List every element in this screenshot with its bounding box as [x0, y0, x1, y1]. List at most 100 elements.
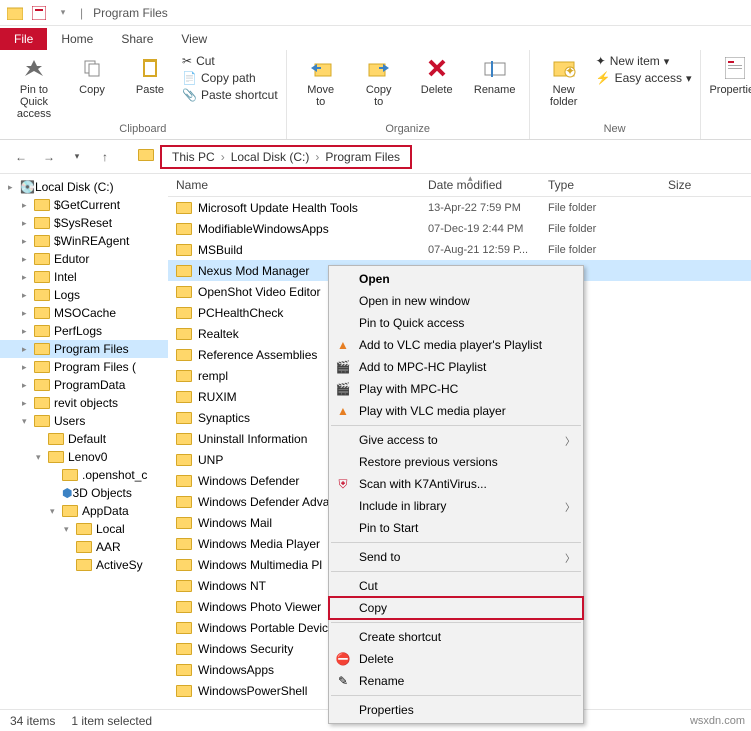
- tab-view[interactable]: View: [167, 28, 221, 50]
- tree-item[interactable]: ▸$SysReset: [0, 214, 168, 232]
- tree-item[interactable]: ▸revit objects: [0, 394, 168, 412]
- nav-forward-button[interactable]: →: [38, 146, 60, 168]
- tree-caret-icon[interactable]: ▾: [50, 506, 62, 517]
- tree-caret-icon[interactable]: ▸: [22, 290, 34, 301]
- tree-item[interactable]: ▾Users: [0, 412, 168, 430]
- tree-item[interactable]: ▸MSOCache: [0, 304, 168, 322]
- tree-caret-icon[interactable]: ▸: [22, 344, 34, 355]
- ctx-mpc-playlist[interactable]: 🎬Add to MPC-HC Playlist: [329, 356, 583, 378]
- col-size[interactable]: Size: [668, 178, 728, 192]
- file-row[interactable]: ModifiableWindowsApps07-Dec-19 2:44 PMFi…: [168, 218, 751, 239]
- ctx-send-to[interactable]: Send to〉: [329, 546, 583, 568]
- rename-button[interactable]: Rename: [469, 54, 521, 108]
- move-to-button[interactable]: Move to: [295, 54, 347, 108]
- ctx-mpc-play[interactable]: 🎬Play with MPC-HC: [329, 378, 583, 400]
- tree-caret-icon[interactable]: ▾: [22, 416, 34, 427]
- paste-shortcut-button[interactable]: 📎Paste shortcut: [182, 88, 278, 102]
- delete-button[interactable]: Delete: [411, 54, 463, 108]
- pin-to-quick-access-button[interactable]: Pin to Quick access: [8, 54, 60, 120]
- ctx-restore-versions[interactable]: Restore previous versions: [329, 451, 583, 473]
- tree-item[interactable]: ▸ProgramData: [0, 376, 168, 394]
- tree-item[interactable]: ▸$GetCurrent: [0, 196, 168, 214]
- file-row[interactable]: Microsoft Update Health Tools13-Apr-22 7…: [168, 197, 751, 218]
- tree-caret-icon[interactable]: ▾: [36, 452, 48, 463]
- tree-caret-icon[interactable]: ▸: [22, 254, 34, 265]
- ctx-copy[interactable]: Copy: [329, 597, 583, 619]
- copy-path-button[interactable]: 📄Copy path: [182, 71, 278, 85]
- file-name: Windows Multimedia Pl: [198, 558, 322, 572]
- tree-caret-icon[interactable]: ▸: [22, 380, 34, 391]
- cut-button[interactable]: ✂Cut: [182, 54, 278, 68]
- tree-item[interactable]: ▸Program Files (: [0, 358, 168, 376]
- tree-item[interactable]: ⬢3D Objects: [0, 484, 168, 502]
- tree-caret-icon[interactable]: ▸: [22, 398, 34, 409]
- tree-item[interactable]: .openshot_c: [0, 466, 168, 484]
- tree-item[interactable]: ▸Logs: [0, 286, 168, 304]
- nav-tree[interactable]: ▸💽Local Disk (C:)▸$GetCurrent▸$SysReset▸…: [0, 174, 168, 709]
- col-date[interactable]: Date modified: [428, 178, 548, 192]
- tree-caret-icon[interactable]: ▸: [22, 308, 34, 319]
- easy-access-button[interactable]: ⚡Easy access ▾: [596, 71, 692, 85]
- qat-properties-icon[interactable]: [28, 2, 50, 24]
- tree-caret-icon[interactable]: ▸: [22, 236, 34, 247]
- nav-back-button[interactable]: ←: [10, 146, 32, 168]
- tree-item[interactable]: ▸💽Local Disk (C:): [0, 178, 168, 196]
- ctx-cut[interactable]: Cut: [329, 575, 583, 597]
- tree-caret-icon[interactable]: ▸: [22, 200, 34, 211]
- tree-caret-icon[interactable]: ▸: [22, 362, 34, 373]
- tree-item[interactable]: ▸Intel: [0, 268, 168, 286]
- crumb-local-disk[interactable]: Local Disk (C:): [227, 150, 314, 164]
- file-row[interactable]: MSBuild07-Aug-21 12:59 P...File folder: [168, 239, 751, 260]
- tree-caret-icon[interactable]: ▸: [22, 326, 34, 337]
- ctx-include-library[interactable]: Include in library〉: [329, 495, 583, 517]
- paste-button[interactable]: Paste: [124, 54, 176, 120]
- ctx-pin-quick-access[interactable]: Pin to Quick access: [329, 312, 583, 334]
- ctx-scan-k7[interactable]: ⛨Scan with K7AntiVirus...: [329, 473, 583, 495]
- qat-dropdown-icon[interactable]: ▾: [52, 2, 74, 24]
- col-type[interactable]: Type: [548, 178, 668, 192]
- column-headers[interactable]: ▴ Name Date modified Type Size: [168, 174, 751, 197]
- tree-item[interactable]: Default: [0, 430, 168, 448]
- folder-icon: [34, 325, 50, 337]
- ctx-vlc-playlist[interactable]: ▲Add to VLC media player's Playlist: [329, 334, 583, 356]
- tree-item[interactable]: ▸$WinREAgent: [0, 232, 168, 250]
- tab-file[interactable]: File: [0, 28, 47, 50]
- qat-explorer-icon[interactable]: [4, 2, 26, 24]
- tree-item[interactable]: ▸Program Files: [0, 340, 168, 358]
- tree-caret-icon[interactable]: ▸: [22, 218, 34, 229]
- properties-button[interactable]: Properties: [709, 54, 751, 102]
- ctx-give-access[interactable]: Give access to〉: [329, 429, 583, 451]
- col-name[interactable]: Name: [168, 178, 428, 192]
- ctx-pin-start[interactable]: Pin to Start: [329, 517, 583, 539]
- ctx-open[interactable]: Open: [329, 268, 583, 290]
- tab-home[interactable]: Home: [47, 28, 107, 50]
- tree-item[interactable]: ▾ Lenov0: [0, 448, 168, 466]
- tree-item[interactable]: AAR: [0, 538, 168, 556]
- nav-up-button[interactable]: ↑: [94, 146, 116, 168]
- file-name: Windows Defender Adva: [198, 495, 329, 509]
- copy-button[interactable]: Copy: [66, 54, 118, 120]
- new-folder-button[interactable]: ✦ New folder: [538, 54, 590, 108]
- ctx-properties[interactable]: Properties: [329, 699, 583, 721]
- crumb-program-files[interactable]: Program Files: [321, 150, 404, 164]
- tree-caret-icon[interactable]: ▸: [8, 182, 20, 193]
- ctx-delete[interactable]: ⛔Delete: [329, 648, 583, 670]
- copy-to-button[interactable]: Copy to: [353, 54, 405, 108]
- tree-item[interactable]: ▸PerfLogs: [0, 322, 168, 340]
- tree-label: Lenov0: [68, 450, 107, 464]
- tree-item[interactable]: ▾AppData: [0, 502, 168, 520]
- tree-item[interactable]: ▸Edutor: [0, 250, 168, 268]
- crumb-this-pc[interactable]: This PC: [168, 150, 219, 164]
- ctx-rename[interactable]: ✎Rename: [329, 670, 583, 692]
- tree-item[interactable]: ▾Local: [0, 520, 168, 538]
- tree-caret-icon[interactable]: ▸: [22, 272, 34, 283]
- tab-share[interactable]: Share: [107, 28, 167, 50]
- tree-item[interactable]: ActiveSy: [0, 556, 168, 574]
- new-item-button[interactable]: ✦New item ▾: [596, 54, 692, 68]
- ctx-create-shortcut[interactable]: Create shortcut: [329, 626, 583, 648]
- ctx-open-new-window[interactable]: Open in new window: [329, 290, 583, 312]
- ctx-vlc-play[interactable]: ▲Play with VLC media player: [329, 400, 583, 422]
- tree-caret-icon[interactable]: ▾: [64, 524, 76, 535]
- nav-recent-button[interactable]: ▾: [66, 146, 88, 168]
- breadcrumb[interactable]: This PC › Local Disk (C:) › Program File…: [160, 145, 412, 169]
